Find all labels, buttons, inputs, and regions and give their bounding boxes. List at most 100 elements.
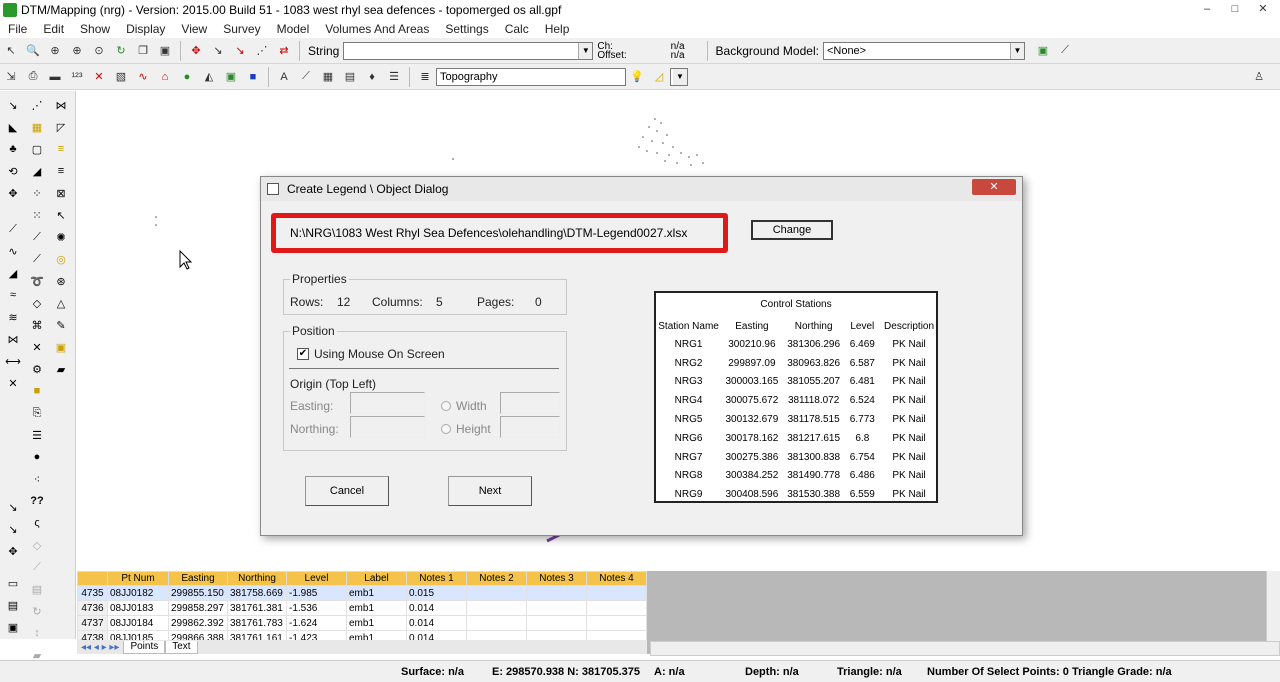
hatch-icon[interactable]: ▧ xyxy=(111,67,131,87)
easting-input[interactable] xyxy=(350,392,425,414)
blob-icon[interactable]: ● xyxy=(26,447,48,467)
grid-cell[interactable] xyxy=(526,600,587,616)
stripes-icon[interactable]: ≡ xyxy=(50,139,72,159)
menu-survey[interactable]: Survey xyxy=(215,22,268,36)
grid-header[interactable]: Notes 3 xyxy=(526,571,587,586)
box-icon[interactable]: ▣ xyxy=(50,337,72,357)
shirt-icon[interactable]: ♙ xyxy=(1249,67,1269,87)
background-model-select[interactable]: <None> ▼ xyxy=(822,41,1025,60)
light-bulb-icon[interactable]: 💡 xyxy=(627,67,647,87)
pan-icon[interactable]: ✥ xyxy=(186,41,206,61)
long-section-icon[interactable]: ⌂ xyxy=(155,67,175,87)
select-plus-icon[interactable]: ↘ xyxy=(230,41,250,61)
menu-file[interactable]: File xyxy=(0,22,35,36)
cursor-icon[interactable]: ↖ xyxy=(50,205,72,225)
gear-icon[interactable]: ⚙ xyxy=(26,359,48,379)
grid-cell[interactable]: 381761.783 xyxy=(227,615,287,631)
draw-line-icon[interactable]: ↘ xyxy=(2,95,24,115)
fill-icon[interactable]: ◢ xyxy=(2,263,24,283)
pen-icon[interactable]: ✎ xyxy=(50,315,72,335)
triangle-icon[interactable]: ◿ xyxy=(649,67,669,87)
string-select[interactable]: ▼ xyxy=(343,41,594,60)
menu-volumes[interactable]: Volumes And Areas xyxy=(317,22,437,36)
globe-icon[interactable]: ⊛ xyxy=(50,271,72,291)
horizontal-scrollbar[interactable] xyxy=(650,641,1280,656)
tag-icon[interactable]: ◇ xyxy=(26,293,48,313)
window-icon[interactable]: ▭ xyxy=(2,573,24,593)
table-row[interactable]: 4737 08JJ0184 299862.392 381761.783 -1.624 em… xyxy=(77,615,647,631)
coil-icon[interactable]: ➰ xyxy=(26,271,48,291)
sunflower-icon[interactable]: ✺ xyxy=(50,227,72,247)
grid-cell[interactable]: 299862.392 xyxy=(168,615,228,631)
dialog-close-button[interactable]: ✕ xyxy=(972,179,1016,195)
grid-header[interactable]: Label xyxy=(346,571,407,586)
menu-view[interactable]: View xyxy=(173,22,215,36)
palette-icon[interactable]: ■ xyxy=(26,381,48,401)
maximize-button[interactable]: □ xyxy=(1222,2,1248,18)
grid-cell[interactable] xyxy=(586,585,647,601)
align-icon[interactable]: ☰ xyxy=(26,425,48,445)
box-cross-icon[interactable]: ⊠ xyxy=(50,183,72,203)
scale-bar-icon[interactable]: ▬ xyxy=(45,67,65,87)
menu-display[interactable]: Display xyxy=(118,22,173,36)
network-icon[interactable]: ⋈ xyxy=(50,95,72,115)
line-icon[interactable]: ⟋ xyxy=(296,67,316,87)
frame-icon[interactable]: ▢ xyxy=(26,139,48,159)
wand-icon[interactable]: ⟋ xyxy=(1055,41,1075,61)
grid-cell[interactable] xyxy=(526,585,587,601)
ring-icon[interactable]: ◎ xyxy=(50,249,72,269)
grid-cell[interactable]: emb1 xyxy=(346,600,407,616)
scatter-icon[interactable]: ⁖ xyxy=(26,469,48,489)
grid-cell[interactable]: emb1 xyxy=(346,615,407,631)
grid-cell[interactable]: 381758.669 xyxy=(227,585,287,601)
join-icon[interactable]: ✥ xyxy=(2,541,24,561)
curve-line-icon[interactable]: ⟋ xyxy=(26,249,48,269)
zoom-in-icon[interactable]: ⊕ xyxy=(45,41,65,61)
slope-icon[interactable]: ⟋ xyxy=(26,227,48,247)
save-icon[interactable]: ▣ xyxy=(2,617,24,637)
paste-icon[interactable]: ▣ xyxy=(155,41,175,61)
move-points-icon[interactable]: ⇄ xyxy=(274,41,294,61)
stripes-alt-icon[interactable]: ≡ xyxy=(50,161,72,181)
layer-dropdown[interactable]: ▼ xyxy=(670,67,688,86)
grid-cell[interactable]: emb1 xyxy=(346,585,407,601)
dots-icon[interactable]: ⋰ xyxy=(26,95,48,115)
menu-help[interactable]: Help xyxy=(537,22,578,36)
tab-text[interactable]: Text xyxy=(165,640,198,654)
grid-header[interactable]: Notes 1 xyxy=(406,571,467,586)
rotate-icon[interactable]: ⟲ xyxy=(2,161,24,181)
grid-cell[interactable]: 381761.381 xyxy=(227,600,287,616)
zoom-out-icon[interactable]: 🔍 xyxy=(23,41,43,61)
width-radio[interactable] xyxy=(441,401,451,411)
grid-cell[interactable] xyxy=(586,615,647,631)
redraw-icon[interactable]: ↻ xyxy=(111,41,131,61)
disabled-b-icon[interactable]: ⟋ xyxy=(26,557,48,577)
vertical-scrollbar[interactable] xyxy=(1266,571,1280,641)
minimize-button[interactable]: – xyxy=(1194,2,1220,18)
grid-cell[interactable]: 0.014 xyxy=(406,600,467,616)
copy-icon[interactable]: ❐ xyxy=(133,41,153,61)
list-icon[interactable]: ☰ xyxy=(384,67,404,87)
triangle-fill-icon[interactable]: ◢ xyxy=(26,161,48,181)
shade-icon[interactable]: ● xyxy=(177,67,197,87)
zoom-plus-icon[interactable]: ⊕ xyxy=(67,41,87,61)
cross-hatch-icon[interactable]: ✕ xyxy=(26,337,48,357)
height-radio[interactable] xyxy=(441,424,451,434)
sigma-icon[interactable]: ς xyxy=(26,513,48,533)
table-row[interactable]: 4736 08JJ0183 299858.297 381761.381 -1.536 em… xyxy=(77,600,647,616)
menu-edit[interactable]: Edit xyxy=(35,22,72,36)
disabled-a-icon[interactable]: ◇ xyxy=(26,535,48,555)
dimension-icon[interactable]: ⟷ xyxy=(2,351,24,371)
layers-icon[interactable]: ≣ xyxy=(415,67,435,87)
tab-nav-arrows-icon[interactable]: ◂◂ ◂ ▸ ▸▸ xyxy=(77,642,123,653)
close-button[interactable]: ✕ xyxy=(1250,2,1276,18)
triangle-outline-icon[interactable]: △ xyxy=(50,293,72,313)
width-input[interactable] xyxy=(500,392,560,414)
surface-icon[interactable]: ◭ xyxy=(199,67,219,87)
curve-icon[interactable]: ∿ xyxy=(2,241,24,261)
cross-icon[interactable]: ✕ xyxy=(89,67,109,87)
break-icon[interactable]: ✕ xyxy=(2,373,24,393)
grid-header[interactable]: Level xyxy=(286,571,347,586)
grid-cell[interactable]: 0.015 xyxy=(406,585,467,601)
dot-grid-icon[interactable]: ⁘ xyxy=(26,183,48,203)
